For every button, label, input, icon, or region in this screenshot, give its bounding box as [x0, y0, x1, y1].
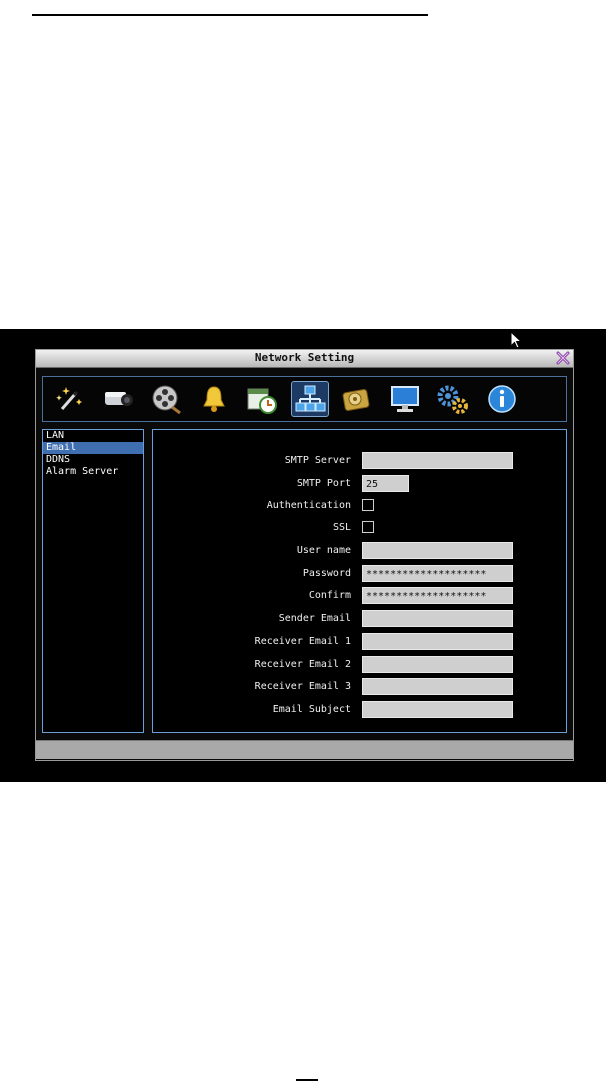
email-subject-row: Email Subject: [153, 701, 566, 719]
ssl-row: SSL: [153, 519, 566, 537]
user-name-row: User name: [153, 542, 566, 560]
user-name-input[interactable]: [362, 542, 513, 559]
magic-wand-icon[interactable]: [51, 381, 89, 417]
window-title: Network Setting: [254, 351, 355, 364]
info-icon[interactable]: [483, 381, 521, 417]
confirm-password-input[interactable]: ********************: [362, 587, 513, 604]
receiver-email-2-label: Receiver Email 2: [254, 659, 351, 670]
schedule-icon[interactable]: [243, 381, 281, 417]
sender-email-row: Sender Email: [153, 610, 566, 628]
sidebar-item-email[interactable]: Email: [43, 442, 143, 454]
smtp-port-row: SMTP Port 25: [153, 475, 566, 493]
close-icon[interactable]: [556, 350, 570, 366]
user-name-label: User name: [296, 545, 351, 556]
confirm-label: Confirm: [308, 590, 351, 601]
password-label: Password: [302, 568, 351, 579]
network-icon[interactable]: [291, 381, 329, 417]
ssl-label: SSL: [332, 522, 351, 533]
sender-email-input[interactable]: [362, 610, 513, 627]
smtp-port-input[interactable]: 25: [362, 475, 409, 492]
smtp-server-input[interactable]: [362, 452, 513, 469]
password-row: Password ********************: [153, 565, 566, 583]
smtp-server-label: SMTP Server: [284, 455, 351, 466]
dvr-screen: Network Setting LAN Email DDNS Alarm Ser…: [0, 329, 606, 782]
receiver-email-2-input[interactable]: [362, 656, 513, 673]
receiver-email-3-input[interactable]: [362, 678, 513, 695]
receiver-email-2-row: Receiver Email 2: [153, 656, 566, 674]
page-bottom-mark: [296, 1079, 318, 1081]
gears-icon[interactable]: [434, 381, 472, 417]
sidebar-item-lan[interactable]: LAN: [43, 430, 143, 442]
authentication-checkbox[interactable]: [362, 499, 374, 511]
bell-icon[interactable]: [195, 381, 233, 417]
monitor-icon[interactable]: [386, 381, 424, 417]
ssl-checkbox[interactable]: [362, 521, 374, 533]
smtp-port-label: SMTP Port: [296, 478, 351, 489]
sender-email-label: Sender Email: [278, 613, 351, 624]
sidebar-item-alarm-server[interactable]: Alarm Server: [43, 466, 143, 478]
email-subject-label: Email Subject: [272, 704, 351, 715]
receiver-email-3-row: Receiver Email 3: [153, 678, 566, 696]
sidebar-item-ddns[interactable]: DDNS: [43, 454, 143, 466]
password-input[interactable]: ********************: [362, 565, 513, 582]
authentication-row: Authentication: [153, 497, 566, 515]
smtp-server-row: SMTP Server: [153, 452, 566, 470]
receiver-email-1-row: Receiver Email 1: [153, 633, 566, 651]
receiver-email-3-label: Receiver Email 3: [254, 681, 351, 692]
title-bar: Network Setting: [36, 350, 573, 368]
receiver-email-1-label: Receiver Email 1: [254, 636, 351, 647]
status-bar: [36, 740, 573, 759]
film-reel-icon[interactable]: [147, 381, 185, 417]
category-toolbar: [42, 376, 567, 422]
receiver-email-1-input[interactable]: [362, 633, 513, 650]
confirm-row: Confirm ********************: [153, 587, 566, 605]
email-subject-input[interactable]: [362, 701, 513, 718]
network-setting-window: Network Setting LAN Email DDNS Alarm Ser…: [35, 349, 574, 761]
authentication-label: Authentication: [266, 500, 351, 511]
page-top-rule: [32, 14, 428, 16]
camera-icon[interactable]: [100, 381, 138, 417]
email-settings-panel: SMTP Server SMTP Port 25 Authentication …: [152, 429, 567, 733]
mouse-pointer-icon: [510, 331, 523, 349]
settings-sidebar: LAN Email DDNS Alarm Server: [42, 429, 144, 733]
hard-disk-icon[interactable]: [338, 381, 376, 417]
